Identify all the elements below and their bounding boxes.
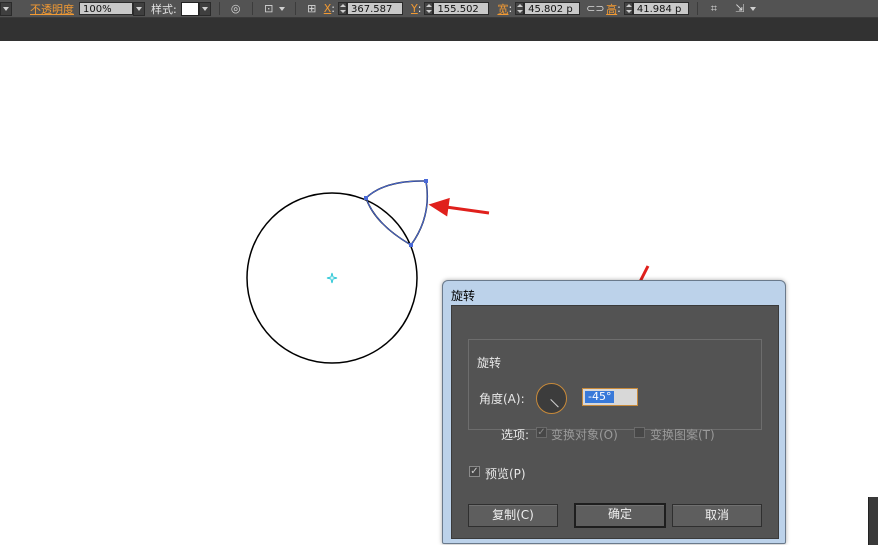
annotation-arrowhead bbox=[428, 197, 450, 217]
rotate-group-label: 旋转 bbox=[473, 354, 506, 371]
scrollbar[interactable] bbox=[868, 497, 878, 545]
transform-objects-checkbox[interactable]: ✓ bbox=[536, 427, 547, 438]
transform-patterns-label: 变换图案(T) bbox=[650, 428, 715, 442]
dialog-title[interactable]: 旋转 bbox=[451, 287, 475, 304]
options-label: 选项: bbox=[501, 428, 530, 442]
rotate-dialog: 旋转 旋转 角度(A): -45° 选项: ✓ 变换对象(O) 变换图案(T) … bbox=[442, 280, 786, 544]
cancel-button[interactable]: 取消 bbox=[672, 504, 762, 527]
ok-button[interactable]: 确定 bbox=[574, 503, 666, 528]
copy-button[interactable]: 复制(C) bbox=[468, 504, 558, 527]
dialog-body: 旋转 角度(A): -45° 选项: ✓ 变换对象(O) 变换图案(T) ✓ 预… bbox=[451, 305, 779, 539]
angle-dial[interactable] bbox=[536, 383, 567, 414]
center-point-icon bbox=[326, 272, 338, 284]
angle-label: 角度(A): bbox=[479, 392, 525, 406]
angle-input[interactable]: -45° bbox=[582, 388, 638, 406]
angle-value: -45° bbox=[585, 391, 615, 403]
transform-objects-label: 变换对象(O) bbox=[551, 428, 618, 442]
preview-label: 预览(P) bbox=[485, 467, 526, 481]
circle-shape[interactable] bbox=[246, 192, 418, 364]
transform-patterns-checkbox[interactable] bbox=[634, 427, 645, 438]
selection-path bbox=[365, 180, 428, 246]
rotate-group bbox=[468, 339, 762, 430]
preview-checkbox[interactable]: ✓ bbox=[469, 466, 480, 477]
annotation-arrow bbox=[445, 205, 490, 215]
